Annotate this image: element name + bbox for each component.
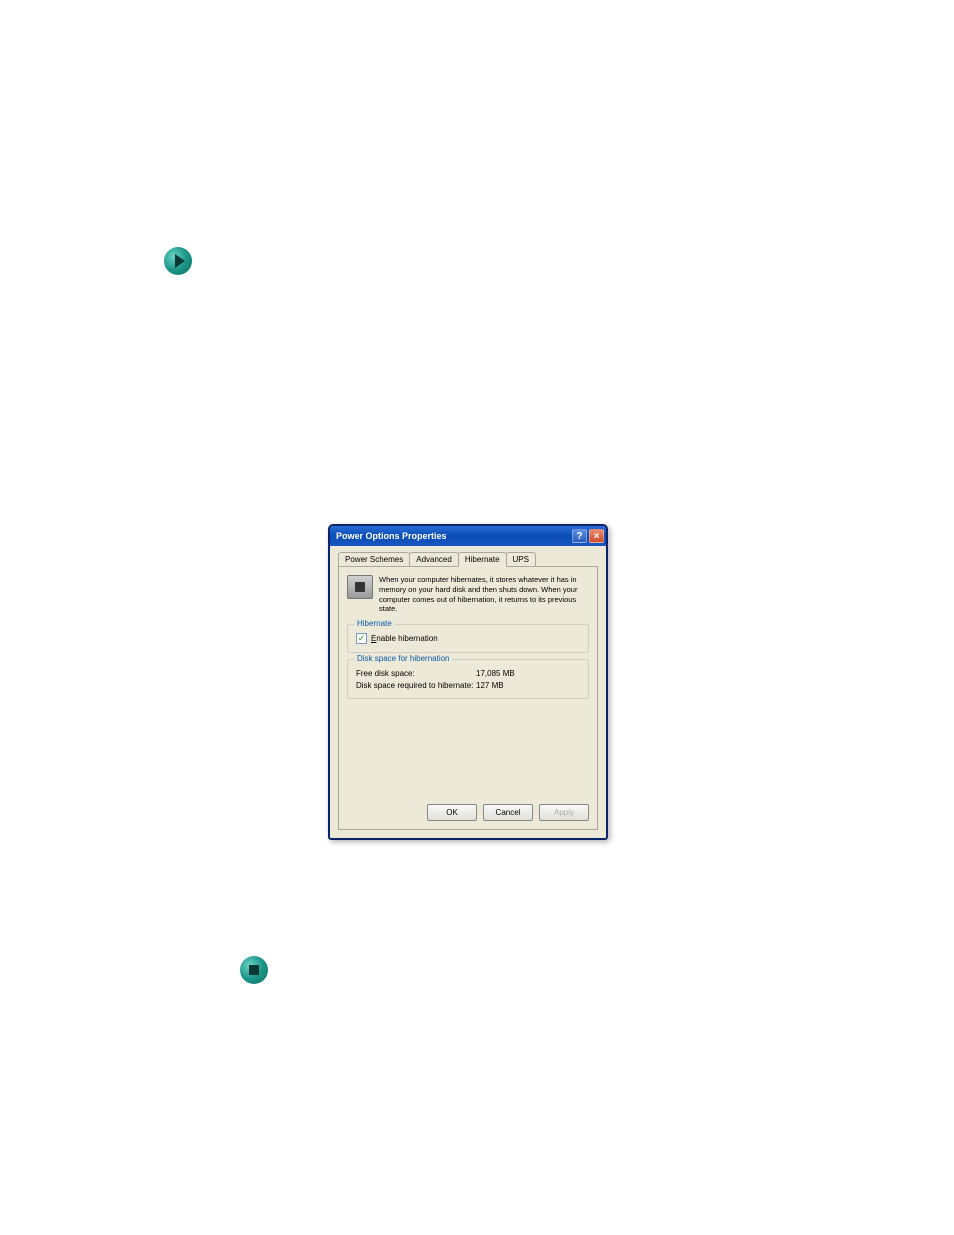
tab-hibernate[interactable]: Hibernate [458,552,507,567]
dialog-title: Power Options Properties [336,531,447,541]
required-disk-row: Disk space required to hibernate: 127 MB [356,681,580,690]
info-text: When your computer hibernates, it stores… [379,575,589,614]
play-triangle-icon [175,254,185,268]
hibernate-group-title: Hibernate [354,619,395,628]
free-disk-row: Free disk space: 17,085 MB [356,669,580,678]
disk-group-title: Disk space for hibernation [354,654,453,663]
tab-power-schemes[interactable]: Power Schemes [338,552,410,566]
tab-advanced[interactable]: Advanced [409,552,459,566]
power-options-dialog: Power Options Properties ? × Power Schem… [328,524,608,840]
disk-space-groupbox: Disk space for hibernation Free disk spa… [347,659,589,699]
dialog-titlebar[interactable]: Power Options Properties ? × [330,526,606,546]
free-disk-value: 17,085 MB [476,669,515,678]
enable-hibernation-checkbox[interactable]: ✓ [356,633,367,644]
required-disk-label: Disk space required to hibernate: [356,681,476,690]
free-disk-label: Free disk space: [356,669,476,678]
close-button[interactable]: × [589,529,604,543]
apply-button: Apply [539,804,589,821]
dialog-button-row: OK Cancel Apply [347,798,589,821]
help-button[interactable]: ? [572,529,587,543]
tab-ups[interactable]: UPS [506,552,536,566]
enable-hibernation-row: ✓ Enable hibernation [356,633,580,644]
monitor-icon [347,575,373,599]
info-row: When your computer hibernates, it stores… [347,575,589,614]
dialog-body: Power Schemes Advanced Hibernate UPS Whe… [330,546,606,838]
tab-content: When your computer hibernates, it stores… [338,567,598,830]
play-icon [164,247,192,275]
hibernate-groupbox: Hibernate ✓ Enable hibernation [347,624,589,653]
titlebar-buttons: ? × [572,529,604,543]
stop-square-icon [249,965,259,975]
enable-hibernation-label: Enable hibernation [371,634,438,643]
required-disk-value: 127 MB [476,681,504,690]
ok-button[interactable]: OK [427,804,477,821]
cancel-button[interactable]: Cancel [483,804,533,821]
stop-icon [240,956,268,984]
tabs-container: Power Schemes Advanced Hibernate UPS [338,552,598,567]
